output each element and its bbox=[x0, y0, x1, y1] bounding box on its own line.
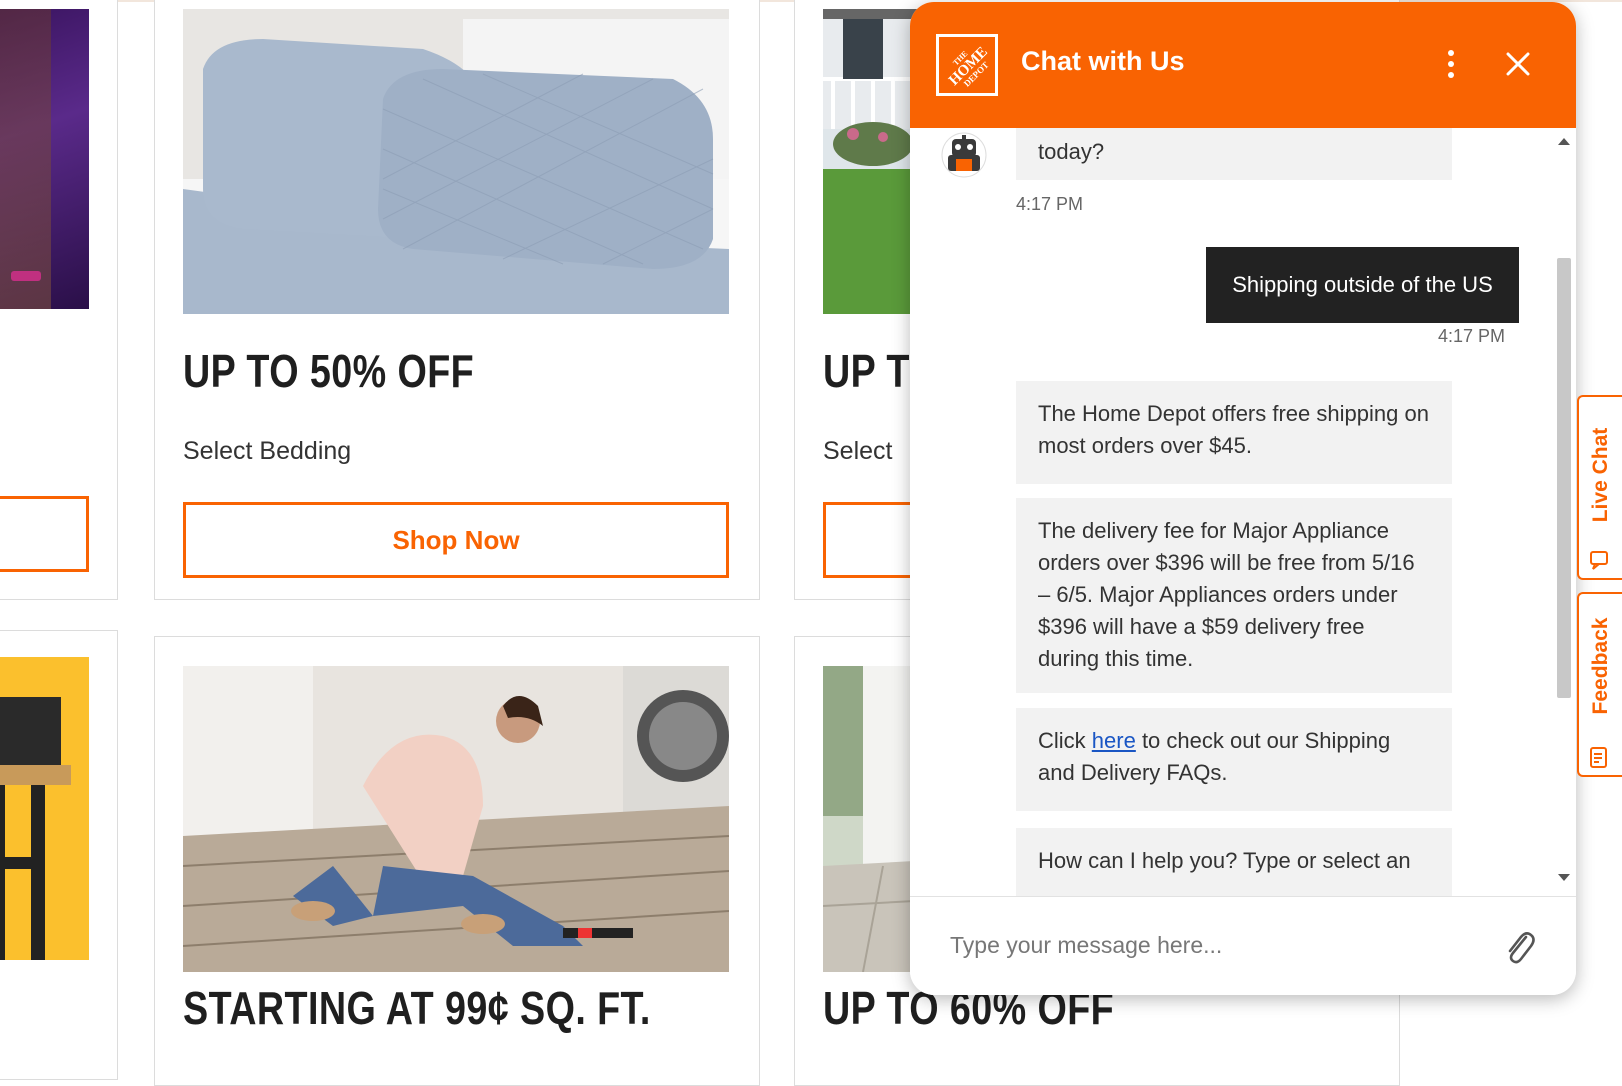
user-message: Shipping outside of the US bbox=[1206, 247, 1519, 323]
chat-header: THE HOME DEPOT Chat with Us bbox=[910, 2, 1576, 128]
product-card-left-bottom bbox=[0, 630, 118, 1080]
message-timestamp: 4:17 PM bbox=[1016, 194, 1084, 214]
feedback-form-icon bbox=[1589, 746, 1611, 770]
card-title: STARTING AT 99¢ SQ. FT. bbox=[183, 982, 651, 1034]
bot-message-text: How can I help you? Type or select an bbox=[1038, 848, 1411, 873]
home-depot-logo: THE HOME DEPOT bbox=[936, 34, 998, 96]
shipping-faq-link[interactable]: here bbox=[1092, 728, 1136, 753]
bot-message: today? bbox=[1016, 128, 1452, 180]
shop-now-button[interactable]: Shop Now bbox=[183, 502, 729, 578]
chat-messages[interactable]: today? 4:17 PM Shipping outside of the U… bbox=[910, 128, 1576, 896]
message-input[interactable] bbox=[948, 919, 1492, 971]
card-title: UP TO 50% OFF bbox=[183, 345, 475, 397]
close-icon[interactable] bbox=[1500, 46, 1536, 82]
product-image-flooring[interactable] bbox=[183, 666, 729, 972]
product-image-workbench[interactable] bbox=[0, 657, 89, 960]
live-chat-tab[interactable]: Live Chat bbox=[1577, 395, 1622, 580]
feedback-tab[interactable]: Feedback bbox=[1577, 592, 1622, 777]
live-chat-label: Live Chat bbox=[1589, 427, 1612, 523]
bot-message-text: today? bbox=[1038, 139, 1105, 164]
chat-panel: THE HOME DEPOT Chat with Us today? 4:17 … bbox=[910, 2, 1576, 995]
product-image-clothing[interactable] bbox=[0, 9, 89, 309]
scroll-down-icon[interactable] bbox=[1558, 874, 1570, 881]
chat-scrollbar[interactable] bbox=[1552, 128, 1576, 896]
bot-avatar-icon bbox=[940, 131, 988, 179]
bot-message: The Home Depot offers free shipping on m… bbox=[1016, 381, 1452, 484]
bot-message: The delivery fee for Major Appliance ord… bbox=[1016, 498, 1452, 693]
card-subtitle: Select Bedding bbox=[183, 437, 352, 465]
message-timestamp: 4:17 PM bbox=[1438, 326, 1506, 346]
more-options-icon[interactable] bbox=[1441, 44, 1461, 84]
chat-title: Chat with Us bbox=[1021, 46, 1185, 76]
scrollbar-thumb[interactable] bbox=[1557, 258, 1571, 698]
product-card-bedding: UP TO 50% OFF Select Bedding Shop Now bbox=[154, 0, 760, 600]
bot-message: How can I help you? Type or select an bbox=[1016, 828, 1452, 896]
product-card-flooring: STARTING AT 99¢ SQ. FT. bbox=[154, 636, 760, 1086]
bot-message: Click here to check out our Shipping and… bbox=[1016, 708, 1452, 811]
paperclip-icon[interactable] bbox=[1502, 927, 1536, 967]
bot-message-text: The Home Depot offers free shipping on m… bbox=[1038, 401, 1429, 458]
feedback-label: Feedback bbox=[1589, 617, 1612, 715]
chat-bubble-icon bbox=[1589, 549, 1611, 571]
bot-message-text-pre: Click bbox=[1038, 728, 1092, 753]
chat-input-area bbox=[910, 896, 1576, 995]
product-image-bedding[interactable] bbox=[183, 9, 729, 314]
shop-now-button-left-top[interactable] bbox=[0, 496, 89, 572]
bot-message-text: The delivery fee for Major Appliance ord… bbox=[1038, 518, 1415, 671]
scroll-up-icon[interactable] bbox=[1558, 138, 1570, 145]
card-subtitle: Select bbox=[823, 437, 893, 465]
product-card-left-top bbox=[0, 0, 118, 600]
